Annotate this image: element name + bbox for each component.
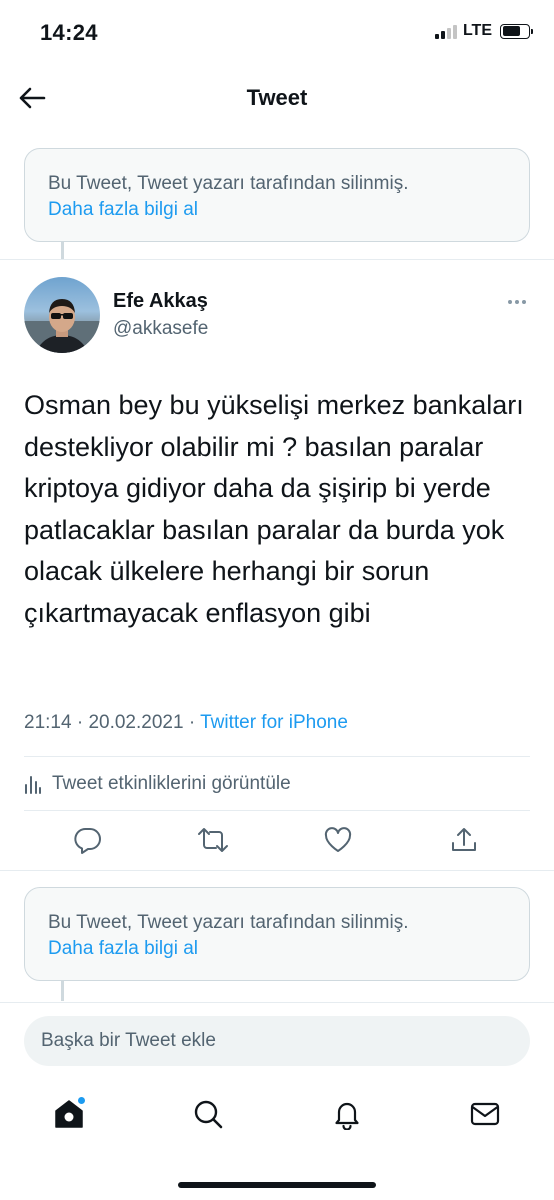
author-name[interactable]: Efe Akkaş xyxy=(113,290,208,313)
reply-input[interactable] xyxy=(24,1016,530,1066)
more-dot xyxy=(515,300,519,304)
tab-search[interactable] xyxy=(188,1094,228,1134)
learn-more-link[interactable]: Daha fazla bilgi al xyxy=(48,936,529,962)
battery-icon xyxy=(500,23,533,39)
deleted-tweet-notice: Bu Tweet, Tweet yazarı tarafından silinm… xyxy=(24,148,530,242)
mail-icon xyxy=(470,1102,500,1126)
reply-icon xyxy=(74,828,101,854)
divider xyxy=(24,756,530,757)
deleted-reply-notice: Bu Tweet, Tweet yazarı tarafından silinm… xyxy=(24,887,530,981)
avatar-photo xyxy=(24,299,100,353)
top-nav: Tweet xyxy=(0,66,554,130)
retweet-button[interactable] xyxy=(195,822,231,858)
more-dot xyxy=(522,300,526,304)
thread-line xyxy=(61,981,64,1001)
search-icon xyxy=(194,1100,223,1129)
more-options-button[interactable] xyxy=(502,292,532,312)
tab-notifications[interactable] xyxy=(327,1094,367,1134)
page-title: Tweet xyxy=(246,85,308,110)
deleted-tweet-text: Bu Tweet, Tweet yazarı tarafından silinm… xyxy=(48,173,409,194)
learn-more-link[interactable]: Daha fazla bilgi al xyxy=(48,197,529,223)
author-handle[interactable]: @akkasefe xyxy=(113,318,208,340)
tweet-meta: 21:14 · 20.02.2021 · Twitter for iPhone xyxy=(24,712,348,734)
tweet-actions xyxy=(0,822,554,858)
tweet-source-link[interactable]: Twitter for iPhone xyxy=(200,712,348,733)
home-indicator xyxy=(178,1182,376,1188)
share-button[interactable] xyxy=(446,822,482,858)
heart-icon xyxy=(324,827,352,852)
thread-line xyxy=(61,242,64,260)
status-time: 14:24 xyxy=(40,20,98,45)
share-icon xyxy=(452,828,476,851)
bell-icon xyxy=(335,1102,359,1130)
like-button[interactable] xyxy=(320,822,356,858)
signal-icon xyxy=(434,23,457,39)
tweet-analytics-button[interactable]: Tweet etkinliklerini görüntüle xyxy=(24,773,291,795)
tweet-date: 20.02.2021 xyxy=(88,712,184,733)
meta-separator: · xyxy=(76,712,84,733)
tweet-text: Osman bey bu yükselişi merkez bankaları … xyxy=(24,390,524,628)
divider xyxy=(0,870,554,871)
divider xyxy=(24,810,530,811)
meta-separator: · xyxy=(188,712,196,733)
status-indicators: LTE xyxy=(434,22,533,40)
divider xyxy=(0,1002,554,1003)
retweet-icon xyxy=(198,828,228,852)
deleted-reply-text: Bu Tweet, Tweet yazarı tarafından silinm… xyxy=(48,912,409,933)
tweet-time: 21:14 xyxy=(24,712,72,733)
reply-button[interactable] xyxy=(70,822,106,858)
divider xyxy=(0,259,554,260)
new-content-dot xyxy=(77,1096,86,1105)
more-dot xyxy=(508,300,512,304)
network-type: LTE xyxy=(462,22,492,39)
analytics-icon xyxy=(25,776,41,794)
avatar[interactable] xyxy=(24,277,100,353)
status-bar: 14:24 LTE xyxy=(0,0,554,66)
tab-messages[interactable] xyxy=(465,1094,505,1134)
tab-home[interactable] xyxy=(49,1094,89,1134)
analytics-label: Tweet etkinliklerini görüntüle xyxy=(52,773,291,794)
